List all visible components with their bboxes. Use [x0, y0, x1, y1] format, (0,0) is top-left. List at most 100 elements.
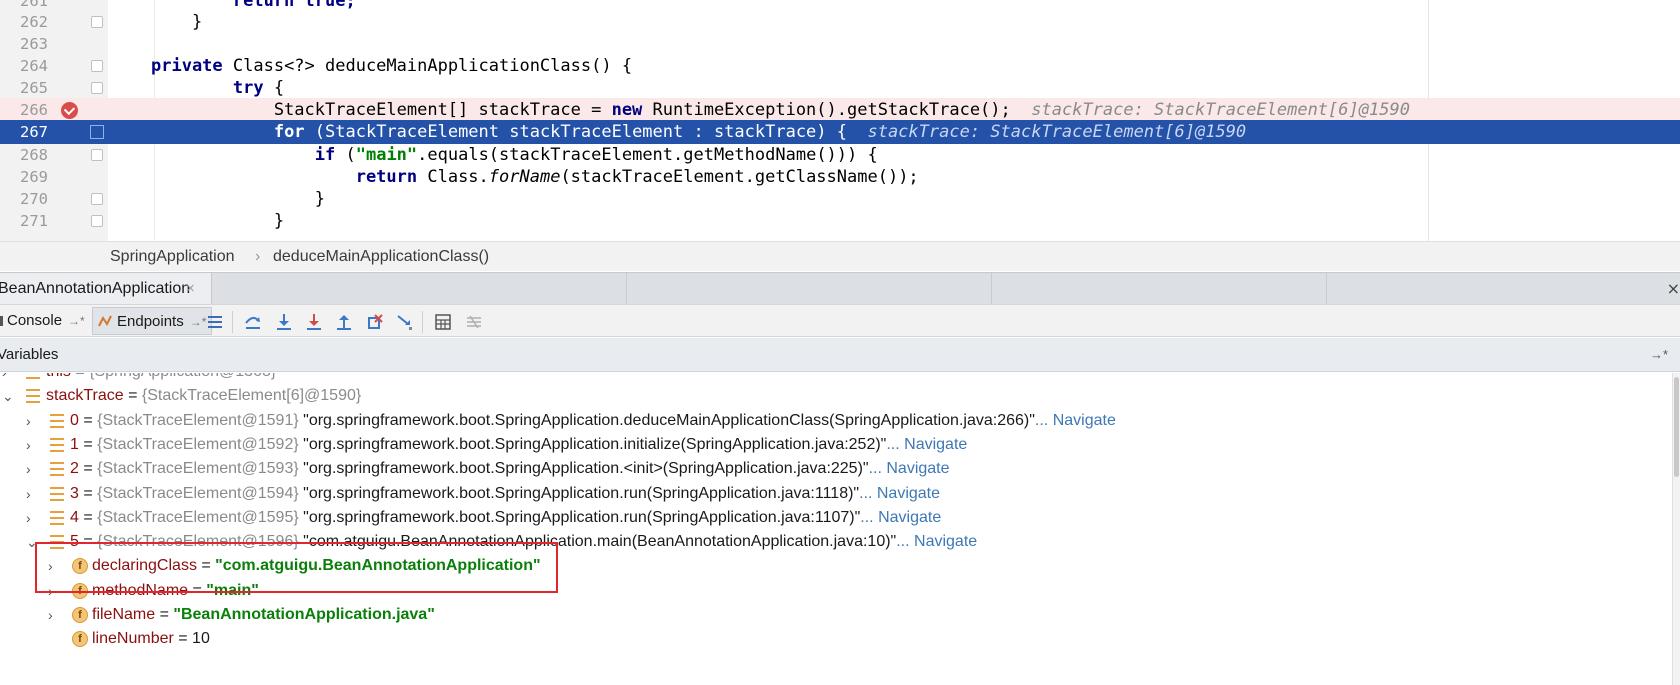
variables-title: Variables	[0, 346, 59, 363]
drop-frame-icon[interactable]	[366, 313, 384, 331]
variable-row[interactable]: ⌄ stackTrace = {StackTraceElement[6]@1590…	[0, 383, 1672, 409]
vertical-scrollbar[interactable]	[1672, 373, 1680, 685]
tab-strip-cell	[627, 273, 992, 304]
code-editor[interactable]: 261 return true; 262 } 263 264 private Class…	[0, 0, 1680, 241]
frames-layout-icon[interactable]	[206, 313, 224, 331]
navigate-link[interactable]: ... Navigate	[860, 509, 941, 526]
variable-row[interactable]: f lineNumber = 10	[0, 626, 1672, 652]
variable-value: "org.springframework.boot.SpringApplicat…	[303, 435, 887, 453]
variable-row[interactable]: › 3 = {StackTraceElement@1594} "org.sprin…	[0, 481, 1672, 507]
field-icon: f	[72, 607, 88, 623]
tab-endpoints[interactable]: Endpoints →*	[92, 307, 212, 335]
force-step-into-icon[interactable]	[305, 313, 323, 331]
code-token: .equals(stackTraceElement.getMethodName(…	[417, 145, 878, 165]
line-number[interactable]: 265	[0, 76, 48, 100]
variable-value: "org.springframework.boot.SpringApplicat…	[303, 460, 869, 478]
expand-arrow-icon[interactable]: ›	[26, 456, 40, 482]
collapse-arrow-icon[interactable]: ⌄	[2, 383, 16, 409]
variable-icon	[50, 510, 64, 525]
variable-reference: {StackTraceElement@1591}	[97, 411, 299, 429]
variable-text: 4 = {StackTraceElement@1595} "org.spring…	[70, 505, 941, 531]
step-out-icon[interactable]	[335, 313, 353, 331]
code-text[interactable]: }	[151, 10, 202, 34]
navigate-link[interactable]: ... Navigate	[886, 436, 967, 453]
close-panel-icon[interactable]: ×	[1667, 279, 1680, 298]
code-token: Class<?> deduceMainApplicationClass() {	[222, 56, 633, 76]
expand-arrow-icon[interactable]: ›	[26, 505, 40, 531]
line-number[interactable]: 266	[0, 98, 48, 122]
navigate-link[interactable]: ... Navigate	[896, 533, 977, 550]
fold-icon[interactable]	[91, 82, 103, 94]
code-text[interactable]: try {	[151, 76, 284, 100]
variable-row[interactable]: › f fileName = "BeanAnnotationApplication.…	[0, 602, 1672, 628]
run-session-tab[interactable]: BeanAnnotationApplication ×	[0, 273, 212, 304]
expand-arrow-icon[interactable]: ›	[26, 432, 40, 458]
inline-debug-value: stackTrace: StackTraceElement[6]@1590	[1031, 100, 1410, 120]
fold-icon[interactable]	[91, 60, 103, 72]
line-number[interactable]: 268	[0, 143, 48, 167]
breadcrumb-class[interactable]: SpringApplication	[110, 242, 235, 272]
pin-icon[interactable]: →*	[1650, 338, 1668, 372]
endpoints-icon	[98, 315, 112, 327]
evaluate-expression-icon[interactable]	[434, 313, 452, 331]
step-into-icon[interactable]	[275, 313, 293, 331]
line-number[interactable]: 267	[0, 120, 48, 144]
line-number[interactable]: 270	[0, 187, 48, 211]
code-text[interactable]: }	[151, 209, 284, 233]
variable-text: 2 = {StackTraceElement@1593} "org.spring…	[70, 456, 950, 482]
variable-row[interactable]: › 1 = {StackTraceElement@1592} "org.sprin…	[0, 432, 1672, 458]
navigate-link[interactable]: ... Navigate	[1035, 412, 1116, 429]
code-line[interactable]: 268 if ("main".equals(stackTraceElement.…	[0, 143, 1680, 167]
variable-name: 3	[70, 484, 79, 502]
code-text[interactable]: return Class.forName(stackTraceElement.g…	[151, 165, 919, 189]
step-over-icon[interactable]	[244, 313, 262, 331]
line-number[interactable]: 271	[0, 209, 48, 233]
code-text[interactable]: StackTraceElement[] stackTrace = new Run…	[151, 98, 1410, 122]
variable-name: this	[46, 373, 71, 380]
code-line[interactable]: 263	[0, 32, 1680, 56]
run-to-cursor-icon[interactable]	[396, 313, 414, 331]
code-line[interactable]: 262 }	[0, 10, 1680, 34]
fold-icon[interactable]	[91, 149, 103, 161]
expand-arrow-icon[interactable]: ›	[48, 602, 62, 628]
code-line[interactable]: 270 }	[0, 187, 1680, 211]
execution-line[interactable]: 267 for (StackTraceElement stackTraceEle…	[0, 120, 1680, 144]
fold-icon[interactable]	[91, 215, 103, 227]
variables-tree[interactable]: › this = {SpringApplication@1368} ⌄ stackTr…	[0, 373, 1672, 685]
variable-row[interactable]: › 2 = {StackTraceElement@1593} "org.sprin…	[0, 456, 1672, 482]
breakpoint-line[interactable]: 266 StackTraceElement[] stackTrace = new…	[0, 98, 1680, 122]
code-line[interactable]: 271 }	[0, 209, 1680, 233]
line-number[interactable]: 262	[0, 10, 48, 34]
trace-stream-icon[interactable]	[465, 313, 483, 331]
pin-icon[interactable]: →*	[190, 315, 207, 329]
code-line[interactable]: 269 return Class.forName(stackTraceEleme…	[0, 165, 1680, 189]
breakpoint-icon[interactable]	[61, 102, 78, 119]
expand-arrow-icon[interactable]: ›	[26, 481, 40, 507]
code-text[interactable]: if ("main".equals(stackTraceElement.getM…	[151, 143, 878, 167]
navigate-link[interactable]: ... Navigate	[869, 460, 950, 477]
toolbar-separator	[232, 311, 233, 333]
expand-arrow-icon[interactable]: ›	[26, 408, 40, 434]
code-line[interactable]: 264 private Class<?> deduceMainApplicatio…	[0, 54, 1680, 78]
close-tab-icon[interactable]: ×	[186, 273, 195, 304]
code-text[interactable]: }	[151, 187, 325, 211]
variable-row[interactable]: › 0 = {StackTraceElement@1591} "org.sprin…	[0, 408, 1672, 434]
scrollbar-thumb[interactable]	[1674, 377, 1679, 477]
code-text[interactable]: private Class<?> deduceMainApplicationCl…	[151, 54, 632, 78]
pin-icon[interactable]: →*	[68, 314, 85, 328]
variable-string-value: "BeanAnnotationApplication.java"	[173, 606, 435, 623]
breadcrumb-method[interactable]: deduceMainApplicationClass()	[273, 242, 489, 272]
tab-console[interactable]: Console →*	[0, 307, 89, 335]
fold-icon[interactable]	[91, 193, 103, 205]
code-token: try	[232, 78, 264, 98]
code-line[interactable]: 265 try {	[0, 76, 1680, 100]
line-number[interactable]: 263	[0, 32, 48, 56]
fold-icon[interactable]	[91, 16, 103, 28]
code-text[interactable]: for (StackTraceElement stackTraceElement…	[151, 120, 1246, 144]
navigate-link[interactable]: ... Navigate	[859, 485, 940, 502]
line-number[interactable]: 269	[0, 165, 48, 189]
line-number[interactable]: 264	[0, 54, 48, 78]
variable-row[interactable]: › 4 = {StackTraceElement@1595} "org.sprin…	[0, 505, 1672, 531]
